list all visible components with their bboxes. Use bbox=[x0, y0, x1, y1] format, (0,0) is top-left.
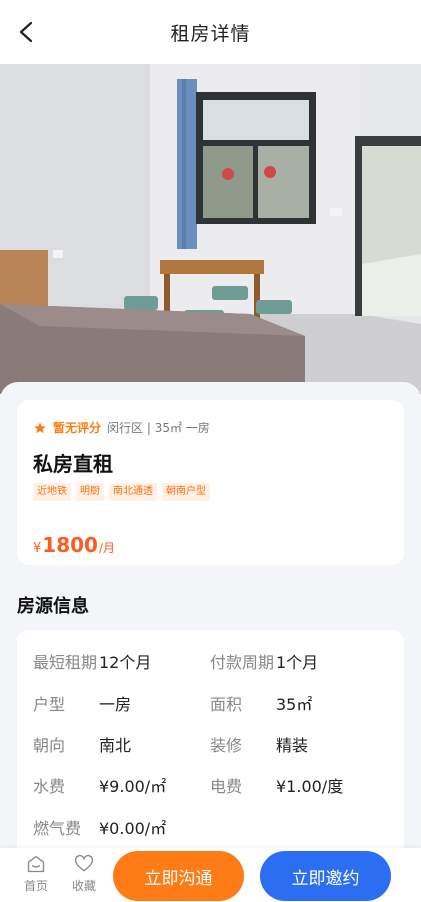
feature-tags: 近地铁 明厨 南北通透 朝南户型 bbox=[33, 483, 210, 501]
favorite-label: 收藏 bbox=[71, 879, 96, 893]
price-amount: 1800 bbox=[42, 533, 98, 557]
invite-now-button[interactable]: 立即邀约 bbox=[260, 851, 391, 901]
info-electric-fee: 电费 ¥1.00/度 bbox=[210, 773, 343, 797]
info-label: 装修 bbox=[210, 736, 243, 755]
info-label: 水费 bbox=[33, 777, 66, 796]
star-icon bbox=[34, 421, 46, 433]
rent-price: ¥ 1800 /月 bbox=[33, 533, 115, 557]
info-label: 面积 bbox=[210, 695, 243, 714]
info-label: 付款周期 bbox=[210, 653, 275, 672]
tag: 朝南户型 bbox=[162, 483, 210, 501]
info-label: 户型 bbox=[33, 695, 66, 714]
listing-title: 私房直租 bbox=[33, 452, 113, 476]
listing-info-card: 最短租期 12个月 付款周期 1个月 户型 一房 面积 35㎡ 朝向 南北 装修… bbox=[17, 630, 404, 870]
info-value: ¥0.00/㎡ bbox=[99, 819, 167, 838]
info-value: 1个月 bbox=[276, 653, 319, 672]
section-title: 房源信息 bbox=[17, 596, 89, 617]
info-value: 12个月 bbox=[99, 653, 152, 672]
info-orientation: 朝向 南北 bbox=[33, 732, 131, 756]
home-label: 首页 bbox=[23, 879, 48, 893]
info-value: 精装 bbox=[276, 736, 309, 755]
info-label: 燃气费 bbox=[33, 819, 82, 838]
room-photo-illustration bbox=[0, 64, 421, 394]
rating-text: 暂无评分 bbox=[53, 421, 102, 435]
info-water-fee: 水费 ¥9.00/㎡ bbox=[33, 773, 166, 797]
page-title: 租房详情 bbox=[170, 22, 251, 45]
info-value: 35㎡ bbox=[276, 695, 313, 714]
bottom-action-bar: 首页 收藏 立即沟通 立即邀约 bbox=[0, 848, 421, 902]
info-value: ¥1.00/度 bbox=[276, 777, 344, 796]
tag: 南北通透 bbox=[109, 483, 157, 501]
tag: 明厨 bbox=[76, 483, 104, 501]
detail-sheet: 暂无评分 闵行区 | 35㎡ 一房 私房直租 近地铁 明厨 南北通透 朝南户型 … bbox=[0, 382, 421, 902]
info-label: 朝向 bbox=[33, 736, 66, 755]
chevron-left-icon bbox=[19, 21, 33, 43]
info-value: 一房 bbox=[99, 695, 132, 714]
price-symbol: ¥ bbox=[33, 541, 42, 556]
info-value: ¥9.00/㎡ bbox=[99, 777, 167, 796]
info-label: 电费 bbox=[210, 777, 243, 796]
room-photo[interactable] bbox=[0, 64, 421, 394]
info-layout: 户型 一房 bbox=[33, 691, 131, 715]
info-gas-fee: 燃气费 ¥0.00/㎡ bbox=[33, 815, 166, 839]
info-decoration: 装修 精装 bbox=[210, 732, 308, 756]
tag: 近地铁 bbox=[33, 483, 71, 501]
home-icon bbox=[27, 855, 45, 873]
info-value: 南北 bbox=[99, 736, 132, 755]
summary-card: 暂无评分 闵行区 | 35㎡ 一房 私房直租 近地铁 明厨 南北通透 朝南户型 … bbox=[17, 400, 404, 565]
home-button[interactable]: 首页 bbox=[16, 854, 56, 894]
info-min-lease: 最短租期 12个月 bbox=[33, 649, 151, 673]
info-area: 面积 35㎡ bbox=[210, 691, 312, 715]
info-label: 最短租期 bbox=[33, 653, 98, 672]
location-meta: 闵行区 | 35㎡ 一房 bbox=[107, 421, 210, 435]
rating-row: 暂无评分 闵行区 | 35㎡ 一房 bbox=[33, 419, 210, 436]
heart-icon bbox=[74, 854, 94, 872]
price-unit: /月 bbox=[98, 541, 115, 555]
favorite-button[interactable]: 收藏 bbox=[64, 854, 104, 894]
info-payment-cycle: 付款周期 1个月 bbox=[210, 649, 318, 673]
back-button[interactable] bbox=[12, 18, 40, 46]
top-nav-bar: 租房详情 bbox=[0, 0, 421, 64]
contact-now-button[interactable]: 立即沟通 bbox=[113, 851, 244, 901]
